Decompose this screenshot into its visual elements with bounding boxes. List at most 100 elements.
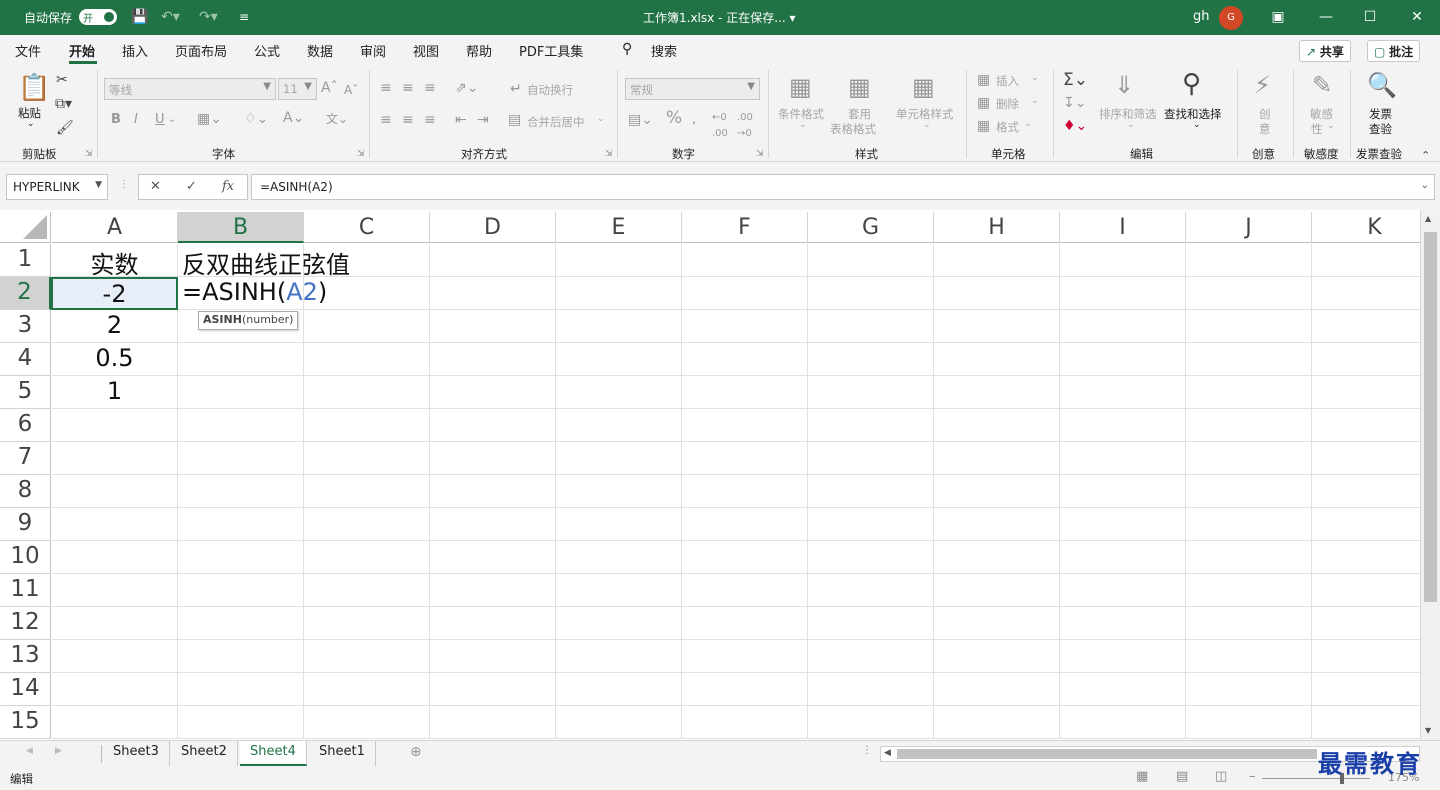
formula-input[interactable]: =ASINH(A2) ⌄ [251,174,1435,200]
align-right-icon[interactable]: ≡ [424,112,436,128]
grid-cell[interactable] [1060,409,1186,442]
grid-cell[interactable] [682,541,808,574]
decrease-font-icon[interactable]: Aˇ [344,82,358,98]
alignment-launcher-icon[interactable]: ⇲ [605,149,613,159]
row-header-6[interactable]: 6 [0,409,51,442]
grid-cell[interactable] [682,574,808,607]
name-box[interactable]: HYPERLINK ▼ [6,174,108,200]
grid-cell[interactable] [430,541,556,574]
cell-A2[interactable]: -2 [51,277,178,310]
vertical-scrollbar[interactable]: ▲ ▼ [1420,210,1440,740]
sensitivity-label1[interactable]: 敏感 [1310,106,1333,122]
grid-cell[interactable] [304,343,430,376]
row-header-3[interactable]: 3 [0,310,51,343]
grid-cell[interactable] [556,574,682,607]
grid-cell[interactable] [808,277,934,310]
grid-cell[interactable] [430,706,556,739]
grid-cell[interactable] [304,673,430,706]
enter-icon[interactable]: ✓ [186,179,197,194]
row-header-4[interactable]: 4 [0,343,51,376]
underline-dropdown-icon[interactable]: ⌄ [168,112,176,128]
grid-cell[interactable] [430,343,556,376]
grid-cell[interactable] [808,343,934,376]
row-header-2[interactable]: 2 [0,277,51,310]
grid-cell[interactable] [430,574,556,607]
grid-cell[interactable] [178,607,304,640]
scroll-left-icon[interactable]: ◀ [884,748,891,758]
row-header-14[interactable]: 14 [0,673,51,706]
ideas-label2[interactable]: 意 [1259,121,1271,137]
grid-cell[interactable] [430,277,556,310]
comma-style-icon[interactable]: , [692,112,696,128]
grid-cell[interactable] [430,376,556,409]
underline-icon[interactable]: U [155,112,165,128]
grid-cell[interactable] [556,244,682,277]
cell-B1[interactable]: 反双曲线正弦值 [178,244,350,279]
grid-cell[interactable] [934,343,1060,376]
grid-cell[interactable] [1186,343,1312,376]
grid-cell[interactable] [808,574,934,607]
grid-cell[interactable] [178,574,304,607]
grid-cell[interactable] [178,640,304,673]
clear-icon[interactable]: ♦⌄ [1063,118,1087,134]
row-header-5[interactable]: 5 [0,376,51,409]
function-tooltip[interactable]: ASINH(number) [198,311,299,330]
grid-cell[interactable] [1312,607,1420,640]
add-sheet-icon[interactable]: ⊕ [410,744,422,760]
grid-cell[interactable] [808,409,934,442]
grid-cell[interactable] [430,673,556,706]
grid-cell[interactable] [682,244,808,277]
grid-cell[interactable] [556,475,682,508]
sensitivity-label2[interactable]: 性 [1311,121,1323,137]
grid-cell[interactable] [430,244,556,277]
sheet-tab[interactable]: Sheet2 [171,741,238,766]
bold-icon[interactable]: B [111,112,121,128]
row-header-11[interactable]: 11 [0,574,51,607]
grid-cell[interactable] [1312,640,1420,673]
grid-cell[interactable] [1312,409,1420,442]
search-icon[interactable]: ⚲ [622,41,632,57]
grid-cell[interactable] [1060,343,1186,376]
row-header-1[interactable]: 1 [0,244,51,277]
invoice-check-icon[interactable]: 🔍 [1367,72,1397,98]
grid-cell[interactable] [1186,673,1312,706]
grid-cell[interactable] [1060,640,1186,673]
font-name-box[interactable]: 等线 ▼ [104,78,276,100]
grid-cell[interactable] [178,673,304,706]
grid-cell[interactable] [1060,673,1186,706]
grid-cell[interactable] [52,508,178,541]
grid-cell[interactable] [430,508,556,541]
zoom-out-icon[interactable]: – [1249,769,1256,784]
grid-cell[interactable] [430,442,556,475]
grid-cell[interactable] [304,310,430,343]
row-header-13[interactable]: 13 [0,640,51,673]
grid-cell[interactable] [178,706,304,739]
grid-cell[interactable] [808,508,934,541]
grid-cell[interactable] [1186,574,1312,607]
tab-file[interactable]: 文件 [15,41,41,60]
grid-cell[interactable] [52,475,178,508]
autosave-toggle[interactable]: 开 [79,9,117,25]
number-format-box[interactable]: 常规 ▼ [625,78,760,100]
grid-cell[interactable] [1060,244,1186,277]
copy-icon[interactable]: ⧉▾ [55,96,72,112]
decrease-indent-icon[interactable]: ⇤ [455,112,467,128]
grid-cell[interactable] [808,640,934,673]
paste-dropdown-icon[interactable]: ⌄ [27,119,35,129]
grid-cell[interactable] [304,706,430,739]
grid-cell[interactable] [304,475,430,508]
column-header-f[interactable]: F [682,212,808,243]
grid-cell[interactable] [556,640,682,673]
scroll-up-icon[interactable]: ▲ [1425,214,1431,223]
grid-cell[interactable] [682,409,808,442]
column-header-i[interactable]: I [1060,212,1186,243]
grid-cell[interactable] [1312,673,1420,706]
grid-cell[interactable] [1186,706,1312,739]
align-left-icon[interactable]: ≡ [380,112,392,128]
scroll-thumb[interactable] [1424,232,1437,602]
grid-cell[interactable] [556,310,682,343]
grid-cell[interactable] [178,475,304,508]
grid-cell[interactable] [556,409,682,442]
align-top-icon[interactable]: ≡ [380,80,392,96]
tab-pdf-tools[interactable]: PDF工具集 [519,41,583,60]
